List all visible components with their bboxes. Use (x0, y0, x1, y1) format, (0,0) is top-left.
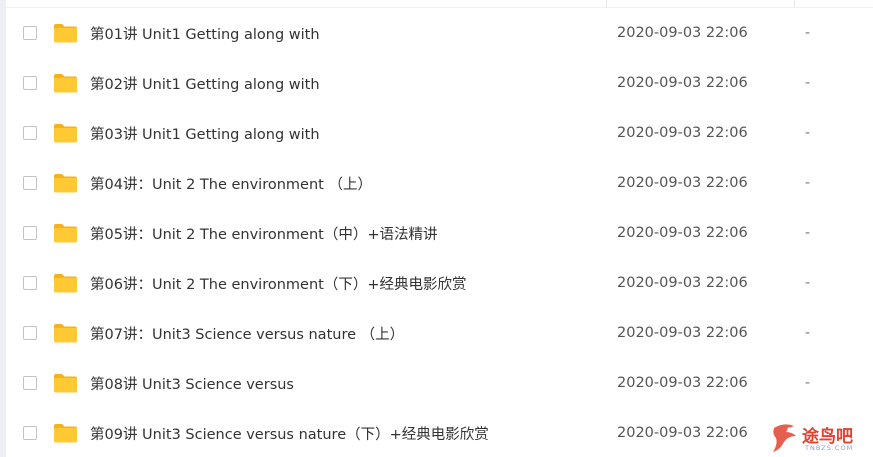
table-row[interactable]: 第01讲 Unit1 Getting along with 2020-09-03… (6, 8, 873, 58)
folder-icon (54, 324, 77, 343)
modified-date: 2020-09-03 22:06 (617, 75, 748, 91)
file-size: - (805, 25, 811, 41)
folder-icon (54, 124, 77, 143)
folder-icon (54, 224, 77, 243)
folder-icon (54, 24, 77, 43)
modified-date: 2020-09-03 22:06 (617, 325, 748, 341)
modified-date: 2020-09-03 22:06 (617, 175, 748, 191)
row-checkbox[interactable] (23, 276, 37, 290)
table-row[interactable]: 第08讲 Unit3 Science versus 2020-09-03 22:… (6, 358, 873, 408)
file-name[interactable]: 第08讲 Unit3 Science versus (90, 373, 294, 394)
file-name[interactable]: 第06讲：Unit 2 The environment（下）+经典电影欣赏 (90, 273, 466, 294)
file-size: - (805, 175, 811, 191)
file-name[interactable]: 第05讲：Unit 2 The environment（中）+语法精讲 (90, 223, 437, 244)
file-name[interactable]: 第09讲 Unit3 Science versus nature（下）+经典电影… (90, 423, 489, 444)
table-row[interactable]: 第09讲 Unit3 Science versus nature（下）+经典电影… (6, 408, 873, 457)
table-row[interactable]: 第04讲：Unit 2 The environment （上） 2020-09-… (6, 158, 873, 208)
file-size: - (805, 75, 811, 91)
modified-date: 2020-09-03 22:06 (617, 225, 748, 241)
file-list: 第01讲 Unit1 Getting along with 2020-09-03… (6, 8, 873, 457)
column-header-strip (6, 0, 873, 8)
table-row[interactable]: 第07讲：Unit3 Science versus nature （上） 202… (6, 308, 873, 358)
file-size: - (805, 225, 811, 241)
modified-date: 2020-09-03 22:06 (617, 125, 748, 141)
column-divider[interactable] (794, 0, 795, 7)
file-name[interactable]: 第01讲 Unit1 Getting along with (90, 23, 320, 44)
table-row[interactable]: 第05讲：Unit 2 The environment（中）+语法精讲 2020… (6, 208, 873, 258)
row-checkbox[interactable] (23, 426, 37, 440)
column-divider[interactable] (606, 0, 607, 7)
modified-date: 2020-09-03 22:06 (617, 425, 748, 441)
file-size: - (805, 425, 811, 441)
row-checkbox[interactable] (23, 176, 37, 190)
file-list-window: 第01讲 Unit1 Getting along with 2020-09-03… (0, 0, 873, 457)
file-size: - (805, 275, 811, 291)
table-row[interactable]: 第06讲：Unit 2 The environment（下）+经典电影欣赏 20… (6, 258, 873, 308)
table-row[interactable]: 第02讲 Unit1 Getting along with 2020-09-03… (6, 58, 873, 108)
file-name[interactable]: 第02讲 Unit1 Getting along with (90, 73, 320, 94)
row-checkbox[interactable] (23, 126, 37, 140)
row-checkbox[interactable] (23, 76, 37, 90)
row-checkbox[interactable] (23, 226, 37, 240)
row-checkbox[interactable] (23, 376, 37, 390)
table-row[interactable]: 第03讲 Unit1 Getting along with 2020-09-03… (6, 108, 873, 158)
file-name[interactable]: 第03讲 Unit1 Getting along with (90, 123, 320, 144)
row-checkbox[interactable] (23, 26, 37, 40)
folder-icon (54, 374, 77, 393)
folder-icon (54, 424, 77, 443)
modified-date: 2020-09-03 22:06 (617, 25, 748, 41)
file-name[interactable]: 第04讲：Unit 2 The environment （上） (90, 173, 372, 194)
file-size: - (805, 375, 811, 391)
folder-icon (54, 274, 77, 293)
row-checkbox[interactable] (23, 326, 37, 340)
modified-date: 2020-09-03 22:06 (617, 375, 748, 391)
folder-icon (54, 174, 77, 193)
file-size: - (805, 125, 811, 141)
folder-icon (54, 74, 77, 93)
file-name[interactable]: 第07讲：Unit3 Science versus nature （上） (90, 323, 404, 344)
modified-date: 2020-09-03 22:06 (617, 275, 748, 291)
file-size: - (805, 325, 811, 341)
